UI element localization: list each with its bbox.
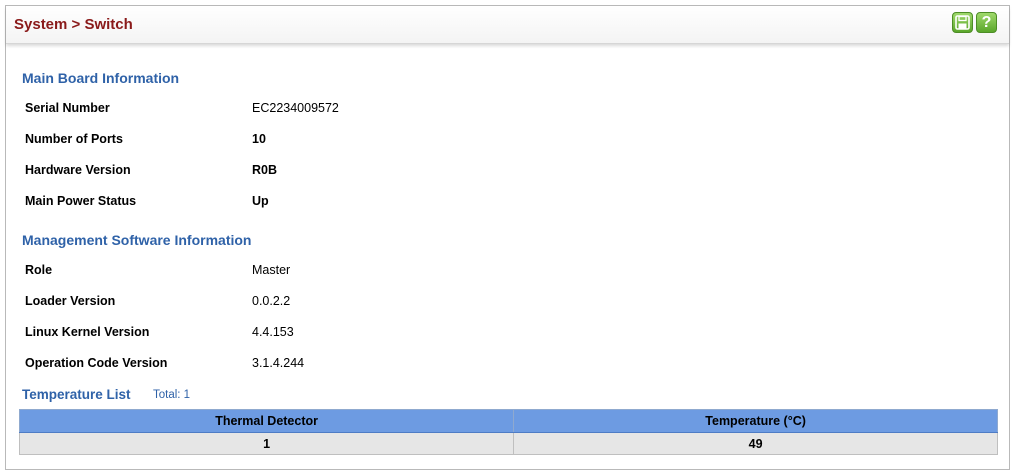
operation-code-version-value: 3.1.4.244	[252, 356, 305, 370]
number-of-ports-label: Number of Ports	[25, 132, 123, 146]
table-header-row: Thermal Detector Temperature (°C)	[18, 409, 998, 433]
temperature-table: Thermal Detector Temperature (°C) 1 49	[18, 409, 998, 455]
table-row: 1 49	[18, 432, 998, 455]
title-bar: System > Switch ?	[6, 6, 1009, 44]
page-title: System > Switch	[14, 16, 133, 33]
role-label: Role	[25, 263, 53, 277]
help-button[interactable]: ?	[976, 12, 997, 33]
operation-code-version-label: Operation Code Version	[25, 356, 168, 370]
temperature-list-heading: Temperature List	[22, 387, 131, 402]
save-icon	[955, 15, 970, 30]
column-header-temperature: Temperature (°C)	[513, 409, 998, 433]
loader-version-label: Loader Version	[25, 294, 116, 308]
loader-version-value: 0.0.2.2	[252, 294, 291, 308]
software-heading: Management Software Information	[22, 232, 252, 248]
main-power-status-value: Up	[252, 194, 269, 208]
column-header-thermal-detector: Thermal Detector	[18, 409, 515, 433]
role-value: Master	[252, 263, 291, 277]
temperature-total-count: Total: 1	[153, 389, 191, 401]
number-of-ports-value: 10	[252, 132, 266, 146]
save-button[interactable]	[952, 12, 973, 33]
main-power-status-label: Main Power Status	[25, 194, 137, 208]
linux-kernel-version-label: Linux Kernel Version	[25, 325, 150, 339]
linux-kernel-version-value: 4.4.153	[252, 325, 294, 339]
main-board-heading: Main Board Information	[22, 70, 180, 86]
hardware-version-label: Hardware Version	[25, 163, 131, 177]
thermal-detector-cell: 1	[18, 432, 515, 455]
hardware-version-value: R0B	[252, 163, 278, 177]
help-icon: ?	[981, 13, 992, 31]
serial-number-value: EC2234009572	[252, 101, 339, 115]
temperature-cell: 49	[513, 432, 998, 455]
serial-number-label: Serial Number	[25, 101, 110, 115]
